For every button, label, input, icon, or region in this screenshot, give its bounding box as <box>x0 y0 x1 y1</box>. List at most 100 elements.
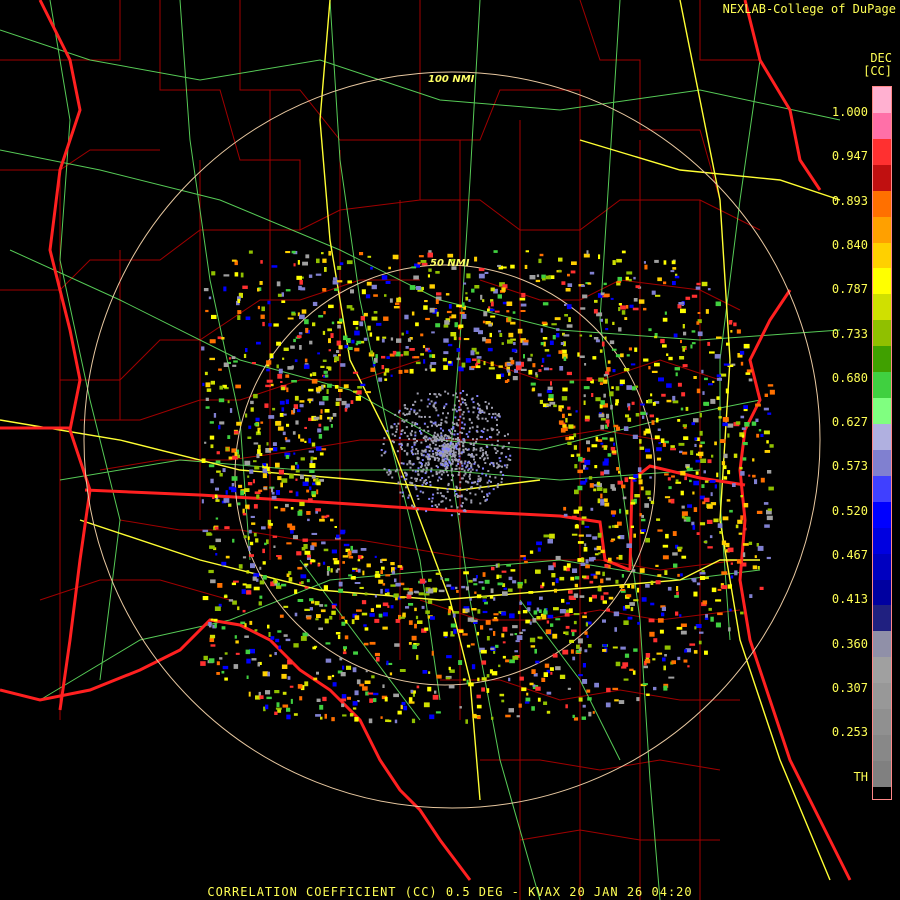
clutter-pixel <box>507 442 510 445</box>
echo-pixel <box>766 515 773 521</box>
echo-pixel <box>732 483 736 487</box>
clutter-pixel <box>495 452 498 454</box>
echo-pixel <box>425 610 430 614</box>
echo-pixel <box>428 588 434 594</box>
echo-pixel <box>303 364 310 369</box>
echo-pixel <box>541 677 546 682</box>
echo-pixel <box>276 420 282 426</box>
clutter-pixel <box>416 456 419 459</box>
echo-pixel <box>463 338 470 341</box>
echo-pixel <box>643 261 646 264</box>
echo-pixel <box>390 605 394 609</box>
echo-pixel <box>346 260 353 265</box>
clutter-pixel <box>398 443 401 446</box>
clutter-pixel <box>417 473 420 476</box>
clutter-pixel <box>450 505 453 508</box>
echo-pixel <box>326 366 331 369</box>
echo-pixel <box>352 707 357 710</box>
echo-pixel <box>562 387 568 392</box>
echo-pixel <box>222 665 229 670</box>
echo-pixel <box>295 470 300 473</box>
clutter-pixel <box>415 480 418 482</box>
echo-pixel <box>475 575 478 579</box>
echo-pixel <box>380 588 383 594</box>
echo-pixel <box>672 552 678 556</box>
echo-pixel <box>497 264 501 267</box>
echo-pixel <box>471 664 476 670</box>
echo-pixel <box>316 477 319 481</box>
clutter-pixel <box>426 456 429 459</box>
echo-pixel <box>604 336 607 340</box>
clutter-pixel <box>477 407 479 410</box>
echo-pixel <box>451 266 457 270</box>
echo-pixel <box>476 704 482 709</box>
echo-pixel <box>549 533 555 539</box>
clutter-pixel <box>462 427 465 430</box>
echo-pixel <box>651 290 656 295</box>
echo-pixel <box>344 408 348 412</box>
echo-pixel <box>407 338 411 342</box>
echo-pixel <box>317 352 320 355</box>
echo-pixel <box>459 311 465 315</box>
echo-pixel <box>570 597 576 600</box>
clutter-pixel <box>411 448 414 451</box>
echo-pixel <box>711 587 717 593</box>
echo-pixel <box>245 413 248 418</box>
echo-pixel <box>704 617 709 620</box>
echo-pixel <box>200 661 206 666</box>
echo-pixel <box>331 605 336 609</box>
echo-pixel <box>626 271 633 275</box>
clutter-pixel <box>445 437 448 440</box>
echo-pixel <box>490 588 494 594</box>
echo-pixel <box>342 665 345 670</box>
echo-pixel <box>612 687 619 690</box>
echo-pixel <box>538 369 542 372</box>
echo-pixel <box>422 670 428 674</box>
echo-pixel <box>529 550 534 554</box>
echo-pixel <box>287 676 291 680</box>
echo-pixel <box>275 462 280 468</box>
echo-pixel <box>528 591 534 594</box>
echo-pixel <box>546 710 551 714</box>
echo-pixel <box>267 671 270 677</box>
echo-pixel <box>351 619 355 625</box>
echo-pixel <box>444 320 450 325</box>
echo-pixel <box>552 653 558 658</box>
echo-pixel <box>675 611 679 616</box>
echo-pixel <box>634 494 640 498</box>
echo-pixel <box>352 701 358 706</box>
echo-pixel <box>394 719 398 724</box>
echo-pixel <box>735 524 739 529</box>
echo-pixel <box>458 324 464 328</box>
echo-pixel <box>408 642 412 645</box>
echo-pixel <box>709 480 716 483</box>
echo-pixel <box>738 532 743 535</box>
clutter-pixel <box>406 435 409 438</box>
echo-pixel <box>661 393 666 397</box>
echo-pixel <box>717 588 722 591</box>
echo-pixel <box>583 547 588 552</box>
echo-pixel <box>586 689 591 693</box>
echo-pixel <box>324 618 329 624</box>
echo-pixel <box>465 586 469 591</box>
echo-pixel <box>334 356 340 362</box>
clutter-pixel <box>416 508 419 511</box>
echo-pixel <box>696 453 699 456</box>
clutter-pixel <box>457 452 460 455</box>
clutter-pixel <box>380 454 383 457</box>
echo-pixel <box>355 396 361 401</box>
echo-pixel <box>421 286 424 291</box>
echo-pixel <box>648 399 653 404</box>
echo-pixel <box>690 450 694 455</box>
echo-pixel <box>334 288 339 291</box>
echo-pixel <box>322 561 326 565</box>
echo-pixel <box>304 550 311 555</box>
echo-pixel <box>660 338 665 344</box>
legend-tick: 0.467 <box>831 548 868 562</box>
echo-pixel <box>742 442 748 446</box>
echo-pixel <box>290 529 294 534</box>
echo-pixel <box>272 442 277 446</box>
echo-pixel <box>656 457 662 461</box>
echo-pixel <box>378 579 384 584</box>
echo-pixel <box>615 386 620 391</box>
